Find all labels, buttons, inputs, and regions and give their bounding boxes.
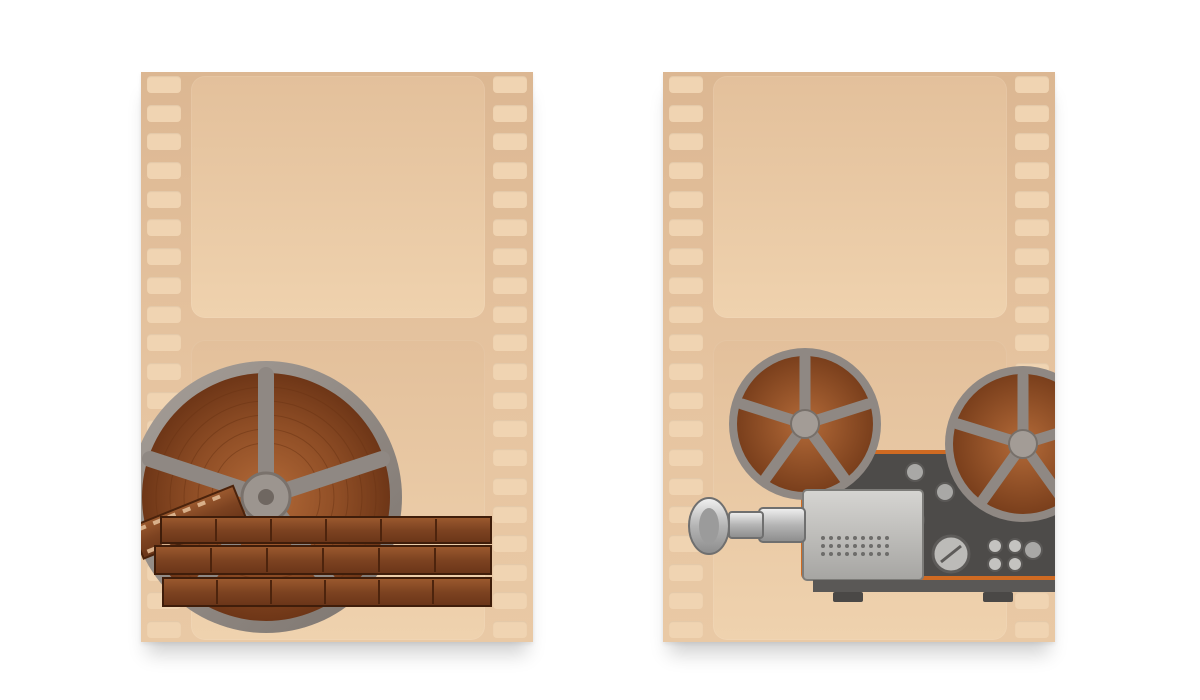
projector-reel-front: [729, 348, 881, 500]
projector-poster: [663, 72, 1055, 642]
projector-lens: [688, 497, 806, 555]
film-projector-icon: [688, 348, 1055, 602]
film-reel-poster: [141, 72, 533, 642]
film-strip-stack: [154, 516, 492, 607]
film-reel-with-film-strips-icon: [141, 361, 492, 633]
